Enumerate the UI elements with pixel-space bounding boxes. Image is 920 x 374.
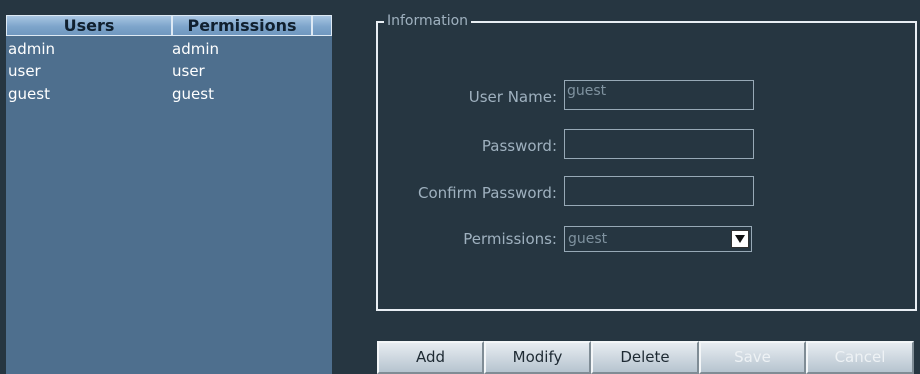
cancel-button[interactable]: Cancel bbox=[806, 341, 914, 374]
user-name-cell: guest bbox=[8, 85, 50, 103]
list-item[interactable]: user user bbox=[6, 60, 332, 82]
confirm-password-field[interactable] bbox=[564, 176, 754, 206]
chevron-down-icon bbox=[735, 235, 745, 243]
password-label: Password: bbox=[481, 137, 557, 155]
save-button[interactable]: Save bbox=[699, 341, 806, 374]
user-name-cell: admin bbox=[8, 40, 55, 58]
add-button[interactable]: Add bbox=[377, 341, 484, 374]
permissions-label: Permissions: bbox=[463, 230, 557, 248]
column-header-filler bbox=[312, 15, 332, 36]
dropdown-button[interactable] bbox=[731, 230, 749, 248]
information-legend: Information bbox=[384, 13, 472, 29]
permissions-select[interactable]: guest bbox=[564, 226, 752, 252]
username-field[interactable] bbox=[564, 80, 754, 110]
permission-cell: guest bbox=[172, 85, 214, 103]
users-list[interactable]: Users Permissions admin admin user user … bbox=[6, 15, 332, 374]
permission-cell: admin bbox=[172, 40, 219, 58]
modify-button[interactable]: Modify bbox=[484, 341, 591, 374]
information-group bbox=[376, 21, 917, 311]
list-item[interactable]: admin admin bbox=[6, 38, 332, 60]
column-header-permissions[interactable]: Permissions bbox=[172, 15, 312, 36]
permissions-selected-value: guest bbox=[568, 231, 608, 247]
confirm-password-label: Confirm Password: bbox=[417, 184, 557, 202]
password-field[interactable] bbox=[564, 129, 754, 159]
username-label: User Name: bbox=[468, 88, 557, 106]
user-name-cell: user bbox=[8, 62, 41, 80]
list-header: Users Permissions bbox=[6, 15, 332, 36]
delete-button[interactable]: Delete bbox=[591, 341, 699, 374]
column-header-users[interactable]: Users bbox=[6, 15, 172, 36]
list-item[interactable]: guest guest bbox=[6, 83, 332, 105]
permission-cell: user bbox=[172, 62, 205, 80]
